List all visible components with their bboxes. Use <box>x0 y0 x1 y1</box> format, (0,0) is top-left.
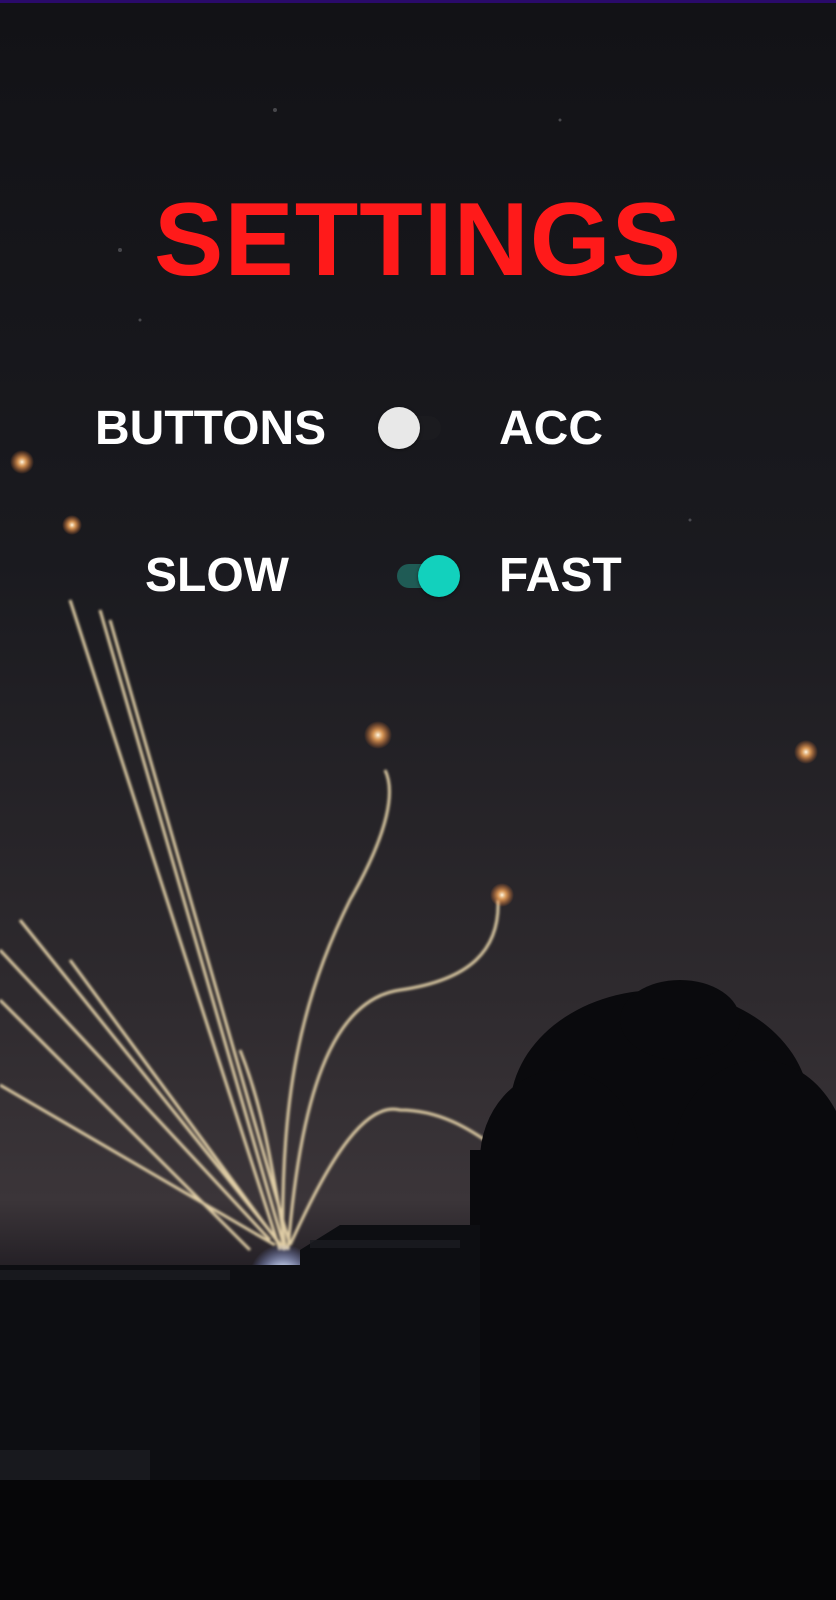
buttons-label: BUTTONS <box>95 402 327 455</box>
page-title: SETTINGS <box>153 182 683 298</box>
switch-thumb <box>378 407 420 449</box>
status-accent-line <box>0 0 836 3</box>
settings-screen: SETTINGS BUTTONS ACC SLOW FAST <box>0 0 836 1600</box>
acc-label: ACC <box>499 402 603 455</box>
switch-thumb <box>418 555 460 597</box>
slow-fast-switch[interactable] <box>394 552 460 600</box>
buttons-acc-switch[interactable] <box>378 404 444 452</box>
fast-label: FAST <box>499 549 622 602</box>
slow-label: SLOW <box>145 549 289 602</box>
